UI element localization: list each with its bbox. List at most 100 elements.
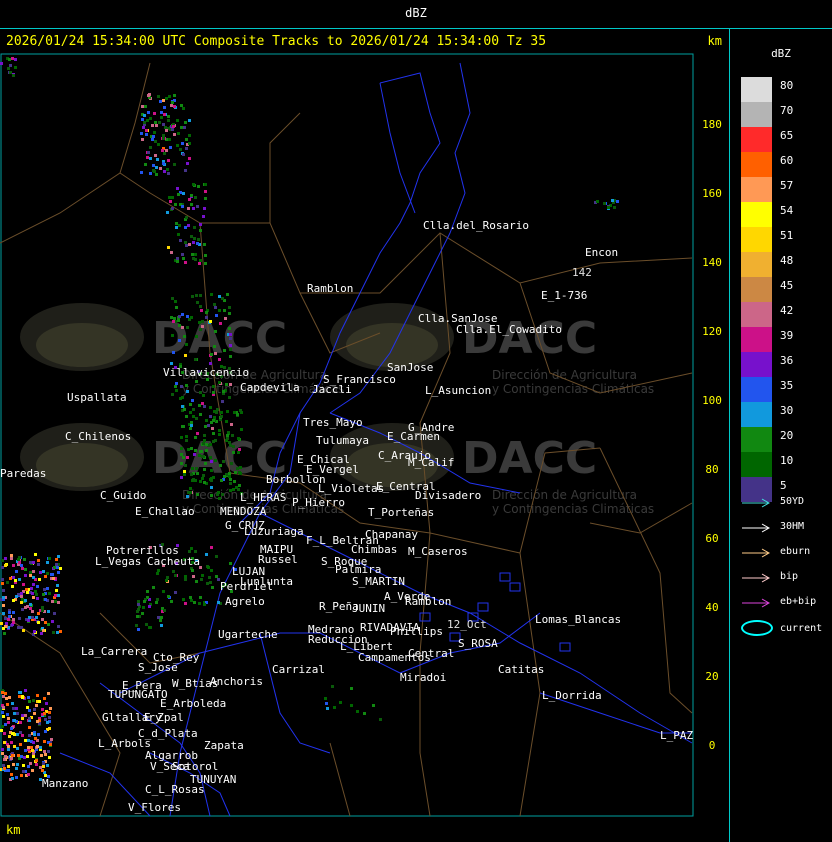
- radar-echo: [0, 62, 3, 65]
- radar-map[interactable]: DACCDirección de Agriculturay Contingenc…: [0, 53, 729, 821]
- radar-echo: [167, 246, 170, 249]
- radar-echo: [160, 616, 163, 619]
- radar-echo: [10, 727, 13, 730]
- radar-echo: [236, 467, 239, 470]
- radar-echo: [220, 411, 223, 414]
- watermark-logo: [36, 443, 128, 487]
- radar-echo: [214, 330, 217, 333]
- radar-echo: [155, 166, 158, 169]
- radar-echo: [55, 589, 58, 592]
- radar-echo: [186, 456, 189, 459]
- radar-echo: [239, 472, 242, 475]
- legend-swatch: [741, 102, 772, 127]
- radar-echo: [233, 411, 236, 414]
- place-label: E_1-736: [541, 289, 587, 302]
- radar-echo: [137, 600, 140, 603]
- place-label: L_Violetas: [318, 482, 384, 495]
- radar-echo: [190, 424, 193, 427]
- radar-echo: [178, 339, 181, 342]
- radar-echo: [183, 126, 186, 129]
- radar-echo: [213, 345, 216, 348]
- radar-echo: [145, 623, 148, 626]
- radar-echo: [41, 618, 44, 621]
- place-label: L_Dorrida: [542, 689, 602, 702]
- radar-echo: [44, 730, 47, 733]
- radar-echo: [0, 622, 3, 625]
- legend-swatch: [741, 427, 772, 452]
- radar-echo: [2, 596, 5, 599]
- radar-echo: [155, 124, 158, 127]
- radar-echo: [43, 740, 46, 743]
- radar-echo: [157, 95, 160, 98]
- place-label: Chapanay: [365, 528, 418, 541]
- radar-echo: [146, 590, 149, 593]
- radar-echo: [219, 322, 222, 325]
- radar-echo: [203, 243, 206, 246]
- radar-echo: [43, 712, 46, 715]
- radar-echo: [214, 459, 217, 462]
- radar-echo: [226, 434, 229, 437]
- radar-echo: [1, 725, 4, 728]
- radar-echo: [208, 576, 211, 579]
- radar-echo: [47, 610, 50, 613]
- radar-echo: [157, 143, 160, 146]
- radar-echo: [137, 603, 140, 606]
- radar-echo: [25, 588, 28, 591]
- header-km-label: km: [707, 34, 722, 48]
- radar-echo: [209, 581, 212, 584]
- radar-echo: [191, 253, 194, 256]
- radar-echo: [32, 576, 35, 579]
- radar-echo: [203, 603, 206, 606]
- radar-echo: [56, 584, 59, 587]
- radar-echo: [228, 312, 231, 315]
- radar-echo: [1, 582, 4, 585]
- radar-echo: [184, 602, 187, 605]
- radar-echo: [197, 185, 200, 188]
- y-tick-label: 100: [702, 394, 722, 407]
- radar-echo: [19, 731, 22, 734]
- radar-echo: [59, 630, 62, 633]
- radar-echo: [34, 737, 37, 740]
- radar-echo: [215, 575, 218, 578]
- radar-echo: [186, 390, 189, 393]
- radar-echo: [57, 601, 60, 604]
- radar-echo: [7, 745, 10, 748]
- radar-echo: [210, 421, 213, 424]
- radar-echo: [146, 156, 149, 159]
- radar-echo: [17, 754, 20, 757]
- place-label: L_HERAS: [240, 491, 286, 504]
- radar-echo: [153, 112, 156, 115]
- radar-echo: [218, 309, 221, 312]
- radar-echo: [172, 351, 175, 354]
- radar-echo: [191, 569, 194, 572]
- radar-echo: [215, 555, 218, 558]
- radar-echo: [210, 486, 213, 489]
- radar-echo: [35, 763, 38, 766]
- legend-bin-label: 39: [780, 329, 794, 342]
- place-label: E_Challao: [135, 505, 195, 518]
- radar-echo: [228, 472, 231, 475]
- radar-echo: [221, 400, 224, 403]
- radar-echo: [3, 741, 6, 744]
- radar-echo: [1, 748, 4, 751]
- radar-echo: [189, 411, 192, 414]
- place-label: S_MARTIN: [352, 575, 405, 588]
- radar-echo: [24, 749, 27, 752]
- radar-echo: [144, 163, 147, 166]
- radar-echo: [32, 570, 35, 573]
- radar-echo: [21, 696, 24, 699]
- radar-echo: [36, 585, 39, 588]
- radar-echo: [141, 118, 144, 121]
- radar-echo: [204, 425, 207, 428]
- radar-echo: [217, 601, 220, 604]
- place-label: Uspallata: [67, 391, 127, 404]
- radar-echo: [182, 107, 185, 110]
- radar-echo: [188, 157, 191, 160]
- radar-echo: [16, 733, 19, 736]
- radar-echo: [179, 397, 182, 400]
- radar-echo: [37, 733, 40, 736]
- radar-echo: [209, 406, 212, 409]
- radar-echo: [51, 573, 54, 576]
- radar-echo: [193, 453, 196, 456]
- radar-echo: [7, 721, 10, 724]
